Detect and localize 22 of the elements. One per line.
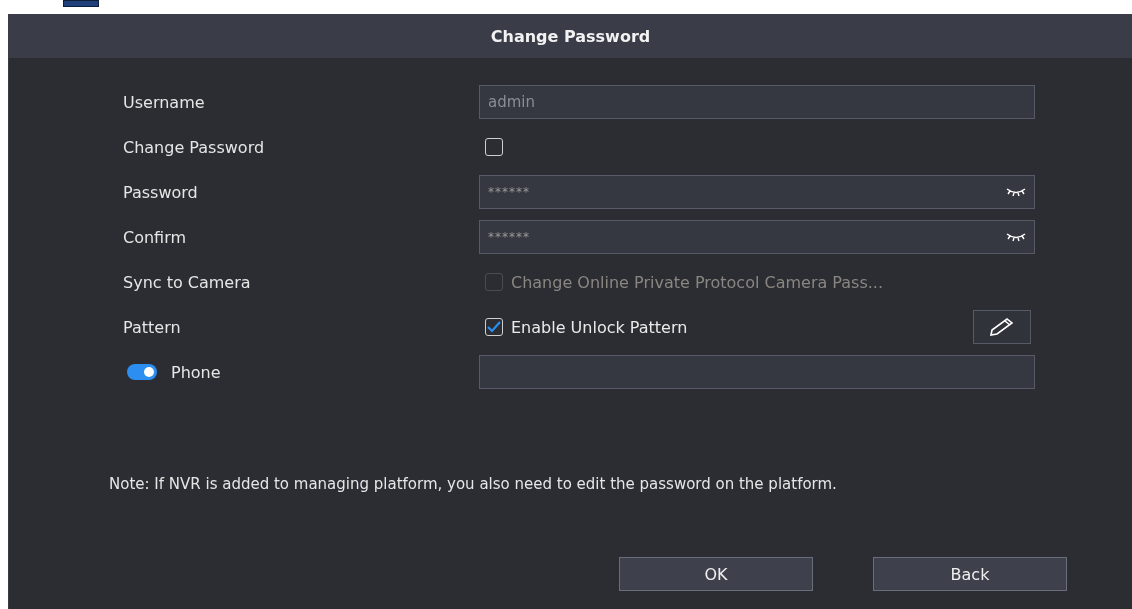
field-label: Confirm [123, 227, 187, 247]
field-label: Sync to Camera [123, 272, 251, 292]
input-field[interactable] [479, 355, 1035, 389]
field-label: Username [123, 92, 205, 112]
field-label: Password [123, 182, 198, 202]
checkbox-label: Enable Unlock Pattern [511, 317, 688, 337]
password-field[interactable]: ****** [479, 220, 1035, 254]
dialog-title: Change Password [490, 26, 651, 46]
back-button[interactable]: Back [873, 557, 1067, 591]
ok-button[interactable]: OK [619, 557, 813, 591]
field-label: Phone [171, 362, 221, 382]
note-text: Note: If NVR is added to managing platform, you also need to edit the password on the platform. [109, 476, 838, 493]
field-label: Pattern [123, 317, 181, 337]
password-field[interactable]: ****** [479, 175, 1035, 209]
checkbox-label: Change Online Private Protocol Camera Pass... [511, 272, 883, 292]
field-label: Change Password [123, 137, 265, 157]
toggle-switch[interactable] [127, 364, 157, 380]
pencil-icon [988, 317, 1016, 337]
edit-button[interactable] [973, 310, 1031, 344]
app-icon [63, 0, 99, 7]
closed-eye-icon[interactable] [1006, 187, 1026, 197]
closed-eye-icon[interactable] [1006, 232, 1026, 242]
